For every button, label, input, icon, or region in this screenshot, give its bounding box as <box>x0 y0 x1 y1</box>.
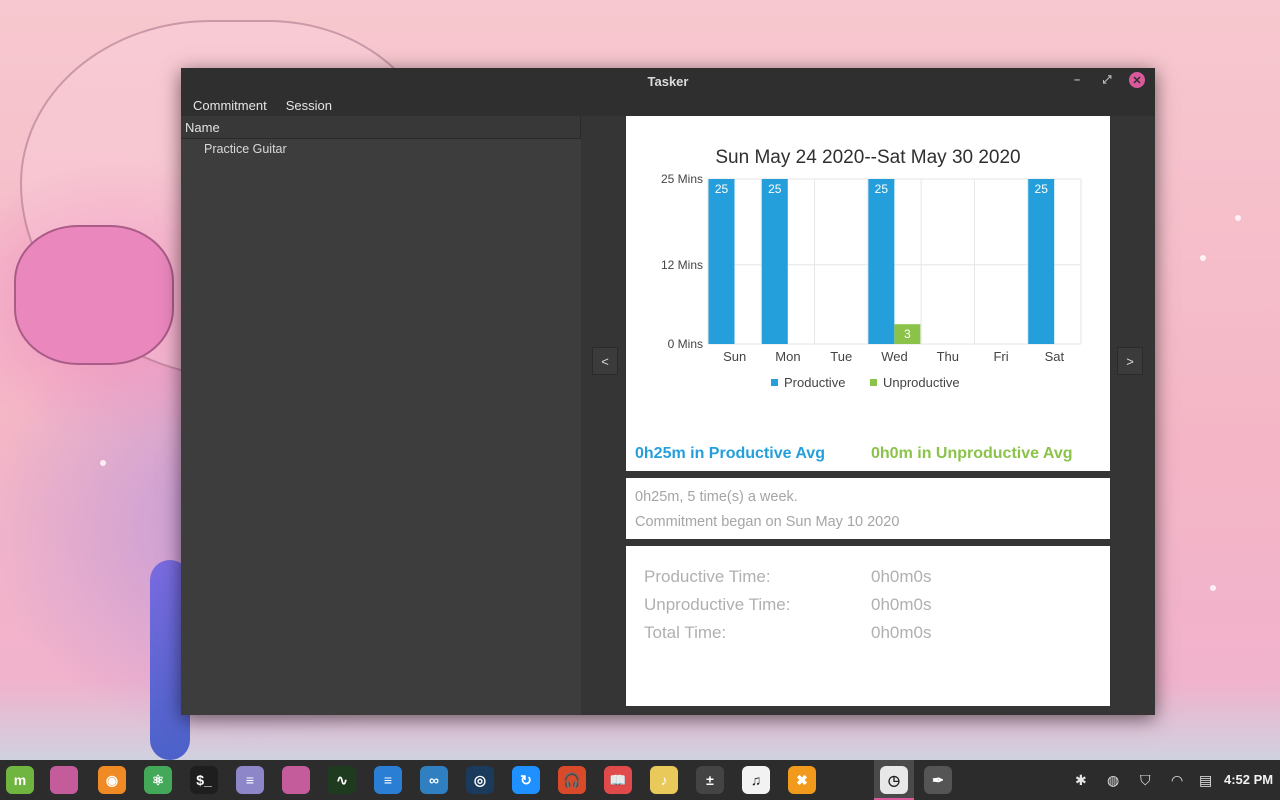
bar-productive <box>868 179 895 344</box>
data-label: 25 <box>875 182 889 196</box>
wallpaper-sparkle <box>1200 255 1206 261</box>
refresh-app-icon[interactable]: ↻ <box>512 766 540 794</box>
data-label: 3 <box>904 327 911 341</box>
stat-value: 0h0m0s <box>871 623 932 642</box>
taskbar: m ◉ ⚛ $_ ≡ ∿ ≡ ∞ ◎ ↻ 🎧 📖 ♪ ± ♫ ✖ ◷ ✒ ✱ ◍ ⛉ ◠ ▤ 4:52 PM <box>0 760 1280 800</box>
show-desktop-icon[interactable] <box>50 766 78 794</box>
calculator-icon[interactable]: ± <box>696 766 724 794</box>
clipboard-icon[interactable]: ▤ <box>1199 760 1212 800</box>
x-tick-label: Sun <box>723 349 746 364</box>
wallpaper-sparkle <box>1235 215 1241 221</box>
x-tick-label: Mon <box>775 349 800 364</box>
stat-row-total: Total Time: 0h0m0s <box>644 619 1092 647</box>
clock[interactable]: 4:52 PM <box>1224 772 1273 787</box>
commitment-list: Name Practice Guitar <box>181 116 581 715</box>
x-tick-label: Tue <box>830 349 852 364</box>
wallpaper-sparkle <box>100 460 106 466</box>
x-tick-label: Wed <box>881 349 908 364</box>
window-title: Tasker <box>647 73 689 89</box>
column-header-name[interactable]: Name <box>181 116 581 139</box>
messenger-icon[interactable]: ◍ <box>1107 760 1119 800</box>
system-monitor-icon[interactable]: ∿ <box>328 766 356 794</box>
unproductive-average: 0h0m in Unproductive Avg <box>871 445 1073 462</box>
list-item[interactable]: Practice Guitar <box>181 139 581 159</box>
x-tick-label: Thu <box>937 349 959 364</box>
tasker-clock-icon[interactable]: ◷ <box>880 766 908 794</box>
commitment-frequency: 0h25m, 5 time(s) a week. <box>635 489 798 505</box>
inkscape-pen-icon[interactable]: ✒ <box>924 766 952 794</box>
commitment-start-date: Commitment began on Sun May 10 2020 <box>635 514 900 530</box>
next-week-button[interactable]: > <box>1117 347 1143 375</box>
wallpaper-sparkle <box>1210 585 1216 591</box>
reader-glasses-icon[interactable]: ∞ <box>420 766 448 794</box>
music-note-icon[interactable]: ♪ <box>650 766 678 794</box>
terminal-icon[interactable]: $_ <box>190 766 218 794</box>
title-bar[interactable]: Tasker – ⤢ ✕ <box>181 68 1155 94</box>
productive-average: 0h25m in Productive Avg <box>635 445 825 462</box>
game-x-icon[interactable]: ✖ <box>788 766 816 794</box>
text-editor-icon[interactable]: ≡ <box>236 766 264 794</box>
close-button[interactable]: ✕ <box>1129 72 1145 88</box>
y-tick-label: 12 Mins <box>661 258 703 272</box>
weekly-bar-chart: 0 Mins 12 Mins 25 Mins 25 Sun 25 Mon Tue 25 3 Wed T… <box>661 172 1082 390</box>
atom-icon[interactable]: ⚛ <box>144 766 172 794</box>
wifi-icon[interactable]: ◠ <box>1171 760 1183 800</box>
stat-label: Total Time: <box>644 623 727 642</box>
files-icon[interactable] <box>282 766 310 794</box>
book-reader-icon[interactable]: 📖 <box>604 766 632 794</box>
bar-productive <box>708 179 735 344</box>
details-pane: < > Sun May 24 2020--Sat May 30 2020 0 M… <box>581 116 1155 715</box>
data-label: 25 <box>715 182 729 196</box>
stat-row-unproductive: Unproductive Time: 0h0m0s <box>644 591 1092 619</box>
menu-bar: Commitment Session <box>181 94 1155 116</box>
shield-icon[interactable]: ⛉ <box>1140 760 1151 800</box>
stat-label: Productive Time: <box>644 567 771 586</box>
data-label: 25 <box>768 182 782 196</box>
legend-label: Productive <box>784 375 845 390</box>
firefox-icon[interactable]: ◉ <box>98 766 126 794</box>
prev-week-button[interactable]: < <box>592 347 618 375</box>
mint-menu-icon[interactable]: m <box>6 766 34 794</box>
x-tick-label: Sat <box>1045 349 1065 364</box>
commitment-info-card: 0h25m, 5 time(s) a week. Commitment bega… <box>626 478 1110 539</box>
stat-value: 0h0m0s <box>871 595 932 614</box>
y-tick-label: 0 Mins <box>668 337 703 351</box>
stat-value: 0h0m0s <box>871 567 932 586</box>
x-tick-label: Fri <box>993 349 1008 364</box>
music-player-icon[interactable]: ♫ <box>742 766 770 794</box>
chart-card: Sun May 24 2020--Sat May 30 2020 0 Mins 1… <box>626 116 1110 471</box>
menu-session[interactable]: Session <box>286 98 332 113</box>
maximize-button[interactable]: ⤢ <box>1099 72 1115 88</box>
legend-swatch <box>870 379 877 386</box>
data-label: 25 <box>1035 182 1049 196</box>
chart-title: Sun May 24 2020--Sat May 30 2020 <box>715 147 1021 168</box>
writer-icon[interactable]: ≡ <box>374 766 402 794</box>
wallpaper-art-hat <box>14 225 174 365</box>
tasker-window: Tasker – ⤢ ✕ Commitment Session Name Pra… <box>181 68 1155 715</box>
legend-label: Unproductive <box>883 375 960 390</box>
menu-commitment[interactable]: Commitment <box>193 98 267 113</box>
bluetooth-icon[interactable]: ✱ <box>1075 760 1087 800</box>
stat-row-productive: Productive Time: 0h0m0s <box>644 563 1092 591</box>
minimize-button[interactable]: – <box>1069 72 1085 88</box>
y-tick-label: 25 Mins <box>661 172 703 186</box>
window-controls: – ⤢ ✕ <box>1069 72 1145 88</box>
session-stats-card: Productive Time: 0h0m0s Unproductive Tim… <box>626 546 1110 706</box>
stat-label: Unproductive Time: <box>644 595 791 614</box>
bar-productive <box>761 179 788 344</box>
bar-productive <box>1028 179 1055 344</box>
steam-icon[interactable]: ◎ <box>466 766 494 794</box>
audio-recorder-icon[interactable]: 🎧 <box>558 766 586 794</box>
legend-swatch <box>771 379 778 386</box>
